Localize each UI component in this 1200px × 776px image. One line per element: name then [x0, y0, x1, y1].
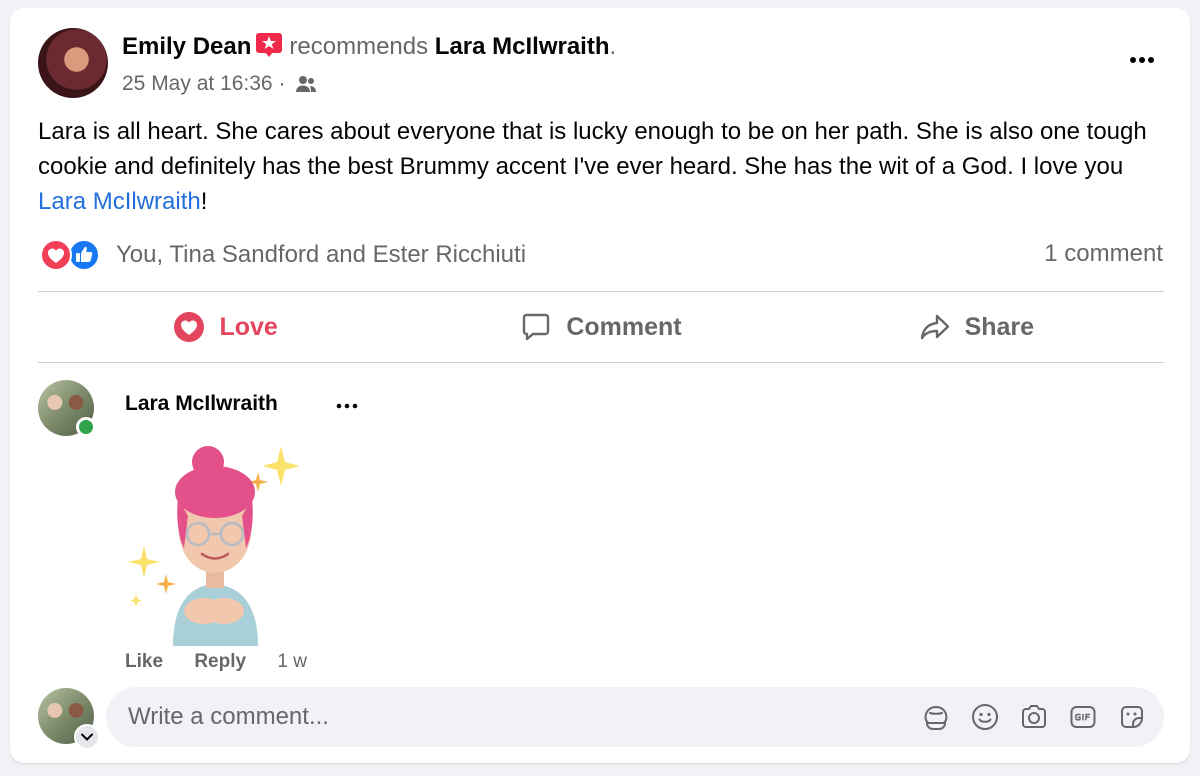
chevron-down-icon[interactable]: [74, 724, 100, 750]
gif-icon[interactable]: [1067, 701, 1099, 733]
share-icon: [920, 314, 949, 340]
comments-count[interactable]: 1 comment: [1044, 240, 1163, 268]
emoji-icon[interactable]: [969, 701, 1001, 733]
meta-separator: ·: [278, 72, 286, 95]
online-status-indicator: [76, 417, 96, 437]
post-card: Emily Dean recommends Lara McIlwraith. 25…: [10, 8, 1190, 763]
love-reaction-icon: [40, 239, 72, 271]
comment-label: Comment: [566, 312, 682, 341]
comment-like-button[interactable]: Like: [125, 651, 163, 672]
friends-icon[interactable]: [295, 75, 317, 93]
love-button[interactable]: Love: [38, 293, 413, 361]
avatar-sticker-image: [128, 446, 300, 646]
commenter-name[interactable]: Lara McIlwraith: [125, 392, 278, 416]
love-icon: [174, 312, 205, 342]
share-button[interactable]: Share: [789, 293, 1164, 361]
divider-top: [38, 291, 1164, 292]
author-name[interactable]: Emily Dean: [122, 33, 251, 60]
post-text: Lara is all heart. She cares about every…: [38, 118, 1147, 180]
more-options-icon[interactable]: [1122, 46, 1162, 74]
like-reaction-icon: [68, 239, 100, 271]
comment-more-options-icon[interactable]: [330, 396, 364, 416]
recommended-page-name[interactable]: Lara McIlwraith: [435, 33, 610, 60]
recommendation-badge-icon: [256, 33, 283, 57]
divider-bottom: [38, 362, 1164, 363]
action-bar: Love Comment Share: [38, 293, 1164, 361]
comment-input[interactable]: [126, 696, 903, 738]
header-period: .: [609, 33, 617, 60]
reactors-names[interactable]: You, Tina Sandford and Ester Ricchiuti: [116, 241, 526, 269]
camera-icon[interactable]: [1018, 701, 1050, 733]
comment-reply-button[interactable]: Reply: [194, 651, 246, 672]
post-body: Lara is all heart. She cares about every…: [38, 114, 1158, 219]
mention-link[interactable]: Lara McIlwraith: [38, 188, 201, 215]
post-header: Emily Dean recommends Lara McIlwraith.: [122, 32, 616, 61]
post-timestamp[interactable]: 25 May at 16:36: [122, 72, 273, 95]
reaction-icons: [40, 238, 106, 272]
comment-actions: Like Reply 1 w: [125, 651, 307, 673]
comment-timestamp[interactable]: 1 w: [277, 651, 307, 672]
post-meta: 25 May at 16:36 ·: [122, 72, 317, 96]
comment-button[interactable]: Comment: [413, 293, 788, 361]
love-label: Love: [219, 312, 278, 341]
sticker-icon[interactable]: [1116, 701, 1148, 733]
avatar-sticker-icon[interactable]: [920, 701, 952, 733]
author-avatar[interactable]: [38, 28, 108, 98]
comment-icon: [523, 313, 550, 341]
post-text-end: !: [200, 188, 208, 215]
reactions-summary[interactable]: You, Tina Sandford and Ester Ricchiuti: [40, 238, 526, 272]
recommends-text: recommends: [289, 33, 429, 60]
share-label: Share: [964, 312, 1035, 341]
comment-composer: [106, 687, 1164, 747]
composer-tools: [903, 701, 1148, 733]
